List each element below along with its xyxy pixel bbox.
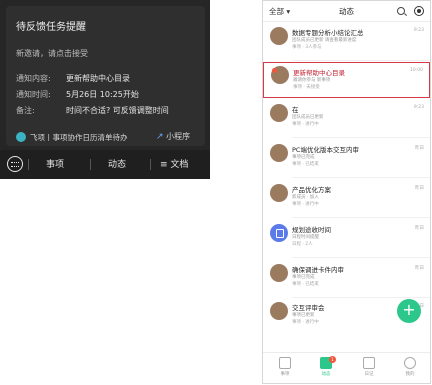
settings-target-icon[interactable] — [414, 6, 424, 16]
avatar — [270, 104, 288, 122]
avatar — [270, 144, 288, 162]
divider — [28, 159, 29, 170]
feed-desc: 邀请你参与 新事项 — [293, 78, 331, 83]
feed-title: 规划途收时间 — [292, 226, 331, 234]
feed-item[interactable]: 数据专题分析小结论汇总 团队成员已更新 请查看最新进度 事项 · 3人参与 9:… — [263, 23, 430, 61]
feed-desc: 日程时间提醒 — [292, 235, 319, 240]
keyboard-icon[interactable] — [7, 156, 23, 172]
reminder-card[interactable]: 待反馈任务提醒 新邀请，请点击接受 通知内容: 更新帮助中心目录 通知时间: 5… — [6, 6, 205, 146]
feed-meta: 事项 · 进行中 — [292, 320, 319, 325]
feed-item[interactable]: 在 团队成员已更新 事项 · 进行中 9:23 — [263, 100, 430, 138]
feed-item-highlighted[interactable]: 更新帮助中心目录 邀请你参与 新事项 事项 · 未接受 10:00 — [263, 62, 430, 98]
info-label: 备注: — [16, 106, 35, 115]
mobile-activity-screen: 全部 ▾ 动态 数据专题分析小结论汇总 团队成员已更新 请查看最新进度 事项 ·… — [262, 0, 431, 384]
notes-icon — [363, 357, 375, 369]
info-label: 通知内容: — [16, 74, 51, 83]
feed-item[interactable]: 产品优化方案 新成员 · 加入 事项 · 进行中 昨日 — [263, 180, 430, 218]
feed-title: 更新帮助中心目录 — [293, 69, 345, 77]
bottom-menu-bar: 事项 动态 ≡ 文档 — [0, 150, 210, 179]
nav-label: 日记 — [364, 372, 374, 377]
feed-meta: 事项 · 已结束 — [292, 282, 319, 287]
feed-time: 昨日 — [415, 226, 424, 231]
link-icon: ↗ — [156, 132, 164, 142]
feed-meta: 事项 · 已结束 — [292, 162, 319, 167]
info-label: 通知时间: — [16, 90, 51, 99]
nav-item-notes[interactable]: 日记 — [352, 357, 386, 377]
feed-meta: 日程 · 2人 — [292, 242, 313, 247]
card-title: 待反馈任务提醒 — [16, 22, 86, 33]
notification-badge: 1 — [329, 356, 336, 363]
avatar — [270, 264, 288, 282]
nav-item-activity[interactable]: 1 动态 — [309, 356, 343, 377]
top-bar: 全部 ▾ 动态 — [263, 1, 430, 22]
menu-item-activity[interactable]: 动态 — [108, 157, 126, 170]
avatar — [270, 302, 288, 320]
avatar — [270, 27, 288, 45]
menu-item-docs-label: 文档 — [170, 160, 189, 170]
feed-title: 交互评审会 — [292, 304, 325, 312]
feed-time: 昨日 — [415, 266, 424, 271]
profile-icon — [404, 357, 416, 369]
divider — [292, 217, 430, 218]
tasks-icon — [279, 357, 291, 369]
feed-title: PC端优化版本交互内审 — [292, 146, 359, 154]
feed-desc: 事项已完成 — [292, 155, 315, 160]
source-app-name: 飞项丨事项协作日历清单待办 — [30, 133, 128, 142]
calendar-icon — [270, 224, 288, 242]
feed-item[interactable]: 规划途收时间 日程时间提醒 日程 · 2人 昨日 — [263, 220, 430, 258]
feed-time: 昨日 — [415, 146, 424, 151]
feed-desc: 事项已更新 — [292, 313, 315, 318]
add-button[interactable]: + — [397, 299, 421, 323]
divider — [292, 137, 430, 138]
info-value: 更新帮助中心目录 — [66, 74, 130, 83]
feed-meta: 事项 · 进行中 — [292, 122, 319, 127]
app-logo-icon — [16, 132, 26, 142]
divider — [150, 159, 151, 170]
feed-meta: 事项 · 未接受 — [293, 85, 320, 90]
avatar — [270, 184, 288, 202]
feed-desc: 团队成员已更新 请查看最新进度 — [292, 38, 357, 43]
feed-item[interactable]: 确保调进卡件内审 事项已完成 事项 · 已结束 昨日 — [263, 260, 430, 298]
mini-program-link[interactable]: ↗ 小程序 — [156, 131, 190, 142]
divider — [292, 177, 430, 178]
feed-time: 9:23 — [413, 28, 424, 33]
nav-label: 事项 — [280, 372, 290, 377]
info-value: 时间不合适? 可反馈调整时间 — [66, 106, 169, 115]
feed-desc: 事项已完成 — [292, 275, 315, 280]
mini-program-label: 小程序 — [166, 132, 191, 141]
card-subtitle: 新邀请，请点击接受 — [16, 49, 88, 58]
feed-time: 昨日 — [415, 186, 424, 191]
menu-item-docs[interactable]: ≡ 文档 — [160, 157, 188, 170]
nav-item-tasks[interactable]: 事项 — [268, 357, 302, 377]
nav-label: 动态 — [321, 372, 331, 377]
search-icon[interactable] — [397, 7, 405, 15]
divider — [292, 60, 430, 61]
feed-desc: 新成员 · 加入 — [292, 195, 319, 200]
feed-meta: 事项 · 进行中 — [292, 202, 319, 207]
feed-title: 确保调进卡件内审 — [292, 266, 344, 274]
feed-title: 在 — [292, 106, 299, 114]
bottom-nav: 事项 1 动态 日记 我的 — [263, 352, 430, 383]
nav-label: 我的 — [405, 372, 415, 377]
notification-panel: 待反馈任务提醒 新邀请，请点击接受 通知内容: 更新帮助中心目录 通知时间: 5… — [0, 0, 210, 179]
feed-meta: 事项 · 3人参与 — [292, 45, 322, 50]
feed-item[interactable]: PC端优化版本交互内审 事项已完成 事项 · 已结束 昨日 — [263, 140, 430, 178]
menu-item-tasks[interactable]: 事项 — [46, 157, 64, 170]
feed-title: 产品优化方案 — [292, 186, 331, 194]
feed-time: 10:00 — [410, 68, 423, 73]
feed-desc: 团队成员已更新 — [292, 115, 324, 120]
feed-time: 9:23 — [413, 105, 424, 110]
nav-item-profile[interactable]: 我的 — [393, 357, 427, 377]
divider — [90, 159, 91, 170]
divider — [292, 257, 430, 258]
unread-dot — [272, 68, 277, 73]
feed-title: 数据专题分析小结论汇总 — [292, 29, 364, 37]
info-value: 5月26日 10:25开始 — [66, 90, 139, 99]
